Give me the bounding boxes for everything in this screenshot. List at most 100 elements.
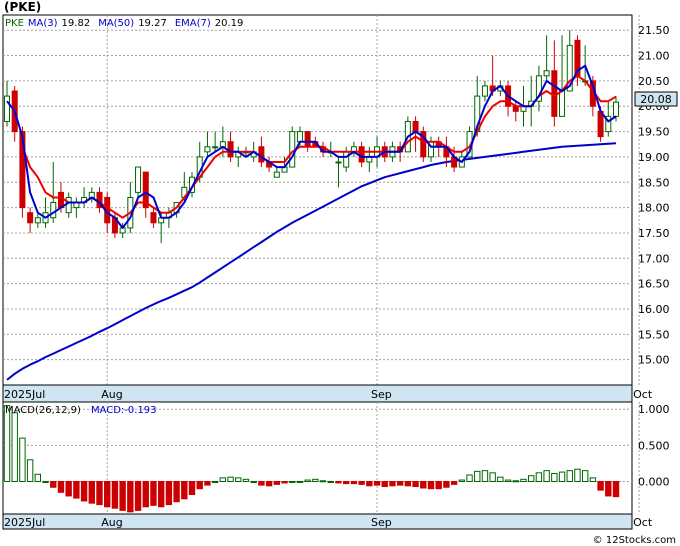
macd-y-tick: 1.000 [638, 403, 670, 416]
macd-bar [427, 480, 435, 490]
macd-bar [65, 480, 72, 497]
macd-bar [412, 480, 419, 488]
macd-bar [42, 480, 49, 483]
macd-y-axis: 1.000 0.500 0.000 [638, 403, 670, 488]
macd-bar [111, 480, 119, 509]
macd-bar [520, 478, 527, 482]
price-x-axis-band [2, 384, 633, 403]
macd-bar [535, 472, 543, 482]
macd-bar [435, 480, 442, 490]
macd-bar [466, 474, 473, 482]
last-price-marker: 20.08 [634, 91, 678, 107]
macd-bar [350, 480, 358, 485]
macd-x-axis-band [2, 513, 633, 530]
legend-value: 20.19 [215, 18, 244, 29]
macd-bar [373, 480, 381, 486]
macd-bar [396, 480, 404, 486]
macd-y-tick: 0.000 [638, 475, 670, 488]
macd-x-tick: 2025Jul [4, 516, 45, 529]
macd-bar [566, 470, 573, 482]
macd-bar [296, 480, 304, 483]
macd-bar [181, 480, 188, 500]
macd-bar [489, 472, 496, 482]
macd-x-tick: Aug [101, 516, 122, 529]
price-y-tick: 17.50 [638, 227, 670, 240]
macd-bar [3, 405, 11, 482]
candle-body [204, 146, 211, 153]
watermark: © 12Stocks.com [593, 535, 676, 546]
macd-bar [512, 480, 519, 483]
price-y-tick: 19.00 [638, 151, 670, 164]
macd-bar [450, 480, 458, 485]
price-y-tick: 21.00 [638, 50, 670, 63]
macd-bar [474, 470, 481, 482]
macd-bar [57, 480, 65, 493]
macd-bar [127, 480, 134, 513]
macd-bar [589, 477, 597, 482]
legend-item: PKE [5, 18, 24, 29]
macd-bar [250, 480, 257, 483]
macd-bar [142, 480, 149, 508]
legend-item: MA(50) [98, 18, 134, 29]
candle-body [296, 131, 303, 143]
candle-body [227, 141, 234, 158]
candle-body [258, 146, 265, 163]
legend-item: EMA(7) [175, 18, 211, 29]
candle-body [3, 95, 11, 122]
macd-bar [157, 480, 165, 508]
macd-bar [11, 412, 18, 482]
macd-bar [204, 480, 211, 486]
macd-bar [150, 480, 157, 506]
price-y-tick: 19.50 [638, 126, 670, 139]
candle [289, 126, 296, 168]
macd-bar [73, 480, 80, 499]
candle-body [34, 217, 41, 224]
candle-body [551, 70, 558, 117]
price-x-tick: Oct [633, 388, 653, 401]
macd-legend: MACD(26,12,9) MACD:-0.193 [5, 405, 157, 416]
candle-body [273, 171, 280, 178]
chart-title: (PKE) [4, 0, 41, 14]
macd-bar [304, 479, 311, 482]
macd-bar [389, 480, 396, 487]
candle-body [50, 202, 57, 219]
macd-bar [165, 480, 173, 506]
macd-bar [219, 477, 227, 482]
price-x-tick: Sep [371, 388, 392, 401]
macd-bar [188, 480, 196, 495]
candle-body [412, 120, 419, 133]
macd-legend-item: MACD:-0.193 [91, 405, 157, 416]
candle-body [481, 85, 488, 97]
macd-bar [19, 437, 26, 482]
macd-bar [605, 480, 612, 497]
candle-body [65, 196, 72, 214]
price-y-tick: 18.50 [638, 176, 670, 189]
macd-bar [612, 480, 620, 498]
macd-bar [289, 480, 296, 483]
macd-y-tick: 0.500 [638, 439, 670, 452]
candle-body [358, 146, 365, 163]
macd-bar [327, 480, 334, 483]
macd-x-tick: Oct [633, 516, 653, 529]
price-legend: PKE MA(3) 19.82 MA(50) 19.27 EMA(7) 20.19 [5, 18, 243, 29]
macd-bar [26, 459, 34, 482]
macd-bar [196, 480, 203, 490]
price-x-tick: Aug [101, 388, 122, 401]
macd-bar [481, 470, 489, 482]
price-y-tick: 15.00 [638, 354, 670, 367]
macd-bar [335, 480, 342, 484]
macd-legend-item: MACD(26,12,9) [5, 405, 81, 416]
macd-bar [497, 476, 504, 482]
candle [420, 126, 427, 162]
macd-bar [312, 478, 319, 482]
chart-canvas: 21.5021.0020.5020.0019.5019.0018.5018.00… [2, 0, 678, 546]
candle-body [150, 212, 157, 224]
last-price-label: 20.08 [640, 93, 672, 106]
macd-bar [104, 480, 111, 508]
legend-value: 19.27 [138, 18, 167, 29]
price-y-tick: 20.50 [638, 75, 670, 88]
candle-body [343, 151, 350, 168]
candle-body [612, 101, 620, 117]
macd-bar [96, 480, 103, 506]
price-y-tick: 21.50 [638, 24, 670, 37]
